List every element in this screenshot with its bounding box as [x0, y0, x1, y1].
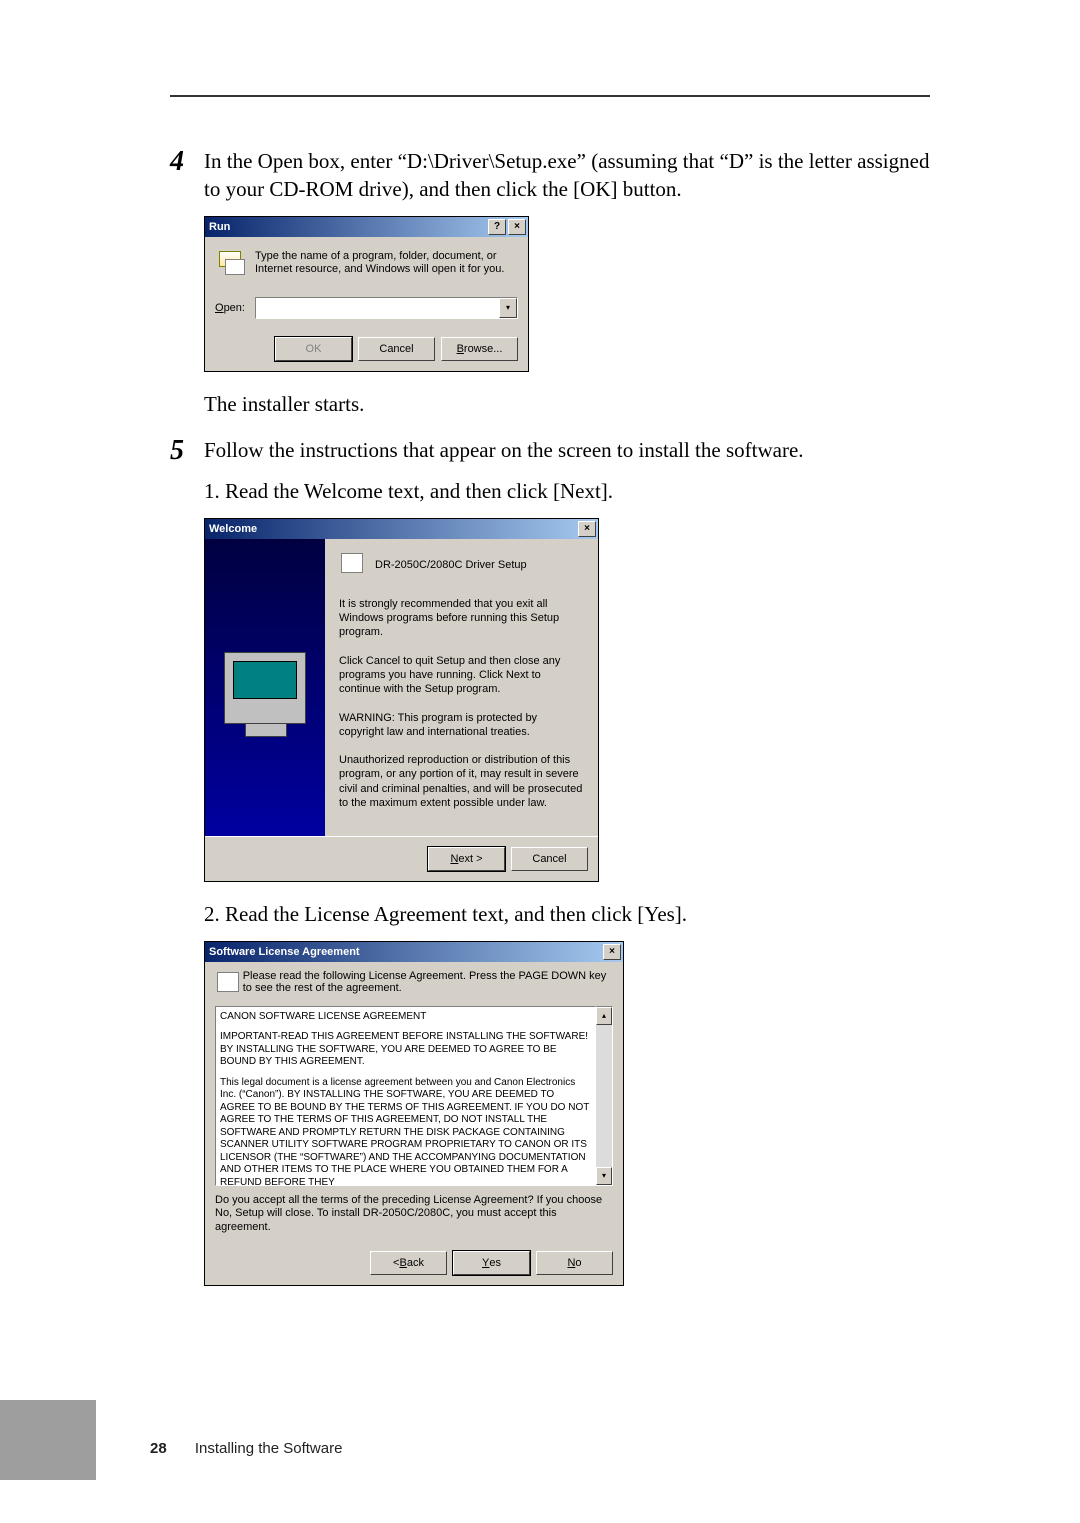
ok-button[interactable]: OK	[275, 337, 352, 361]
license-footer: < Back Yes No	[205, 1243, 623, 1285]
welcome-titlebar: Welcome ×	[205, 519, 598, 539]
close-icon[interactable]: ×	[603, 944, 621, 960]
cancel-button[interactable]: Cancel	[511, 847, 588, 871]
yes-button[interactable]: Yes	[453, 1251, 530, 1275]
cancel-button[interactable]: Cancel	[358, 337, 435, 361]
welcome-p4: Unauthorized reproduction or distributio…	[339, 753, 584, 810]
welcome-p3: WARNING: This program is protected by co…	[339, 711, 584, 740]
welcome-product: DR-2050C/2080C Driver Setup	[375, 559, 527, 571]
run-body: Type the name of a program, folder, docu…	[205, 237, 528, 371]
close-icon[interactable]: ×	[508, 219, 526, 235]
license-textarea[interactable]: CANON SOFTWARE LICENSE AGREEMENT IMPORTA…	[215, 1006, 596, 1186]
header-rule	[170, 95, 930, 97]
run-icon	[215, 247, 247, 279]
setup-icon	[215, 970, 235, 998]
back-button[interactable]: < Back	[370, 1251, 447, 1275]
license-question: Do you accept all the terms of the prece…	[205, 1194, 623, 1243]
step-4: 4 In the Open box, enter “D:\Driver\Setu…	[170, 147, 930, 204]
license-title: Software License Agreement	[209, 946, 601, 958]
tab-marker	[0, 1400, 96, 1480]
license-heading: CANON SOFTWARE LICENSE AGREEMENT	[220, 1011, 591, 1024]
setup-icon	[339, 551, 367, 579]
substep-2: 2. Read the License Agreement text, and …	[204, 900, 930, 928]
scrollbar[interactable]: ▴ ▾	[596, 1006, 613, 1186]
license-intro: Please read the following License Agreem…	[243, 970, 613, 994]
run-prompt: Type the name of a program, folder, docu…	[255, 250, 518, 276]
welcome-p2: Click Cancel to quit Setup and then clos…	[339, 654, 584, 697]
license-p1: IMPORTANT-READ THIS AGREEMENT BEFORE INS…	[220, 1031, 591, 1069]
open-input[interactable]	[256, 298, 499, 318]
run-dialog: Run ? × Type the name of a program, fold…	[204, 216, 529, 372]
scroll-down-icon[interactable]: ▾	[596, 1167, 612, 1185]
run-title: Run	[209, 221, 486, 233]
next-button[interactable]: Next >	[428, 847, 505, 871]
welcome-sidebar-image	[205, 539, 325, 837]
no-button[interactable]: No	[536, 1251, 613, 1275]
welcome-body: DR-2050C/2080C Driver Setup It is strong…	[205, 539, 598, 837]
installer-starts-text: The installer starts.	[204, 390, 930, 418]
browse-button[interactable]: Browse...	[441, 337, 518, 361]
document-page: 4 In the Open box, enter “D:\Driver\Setu…	[0, 0, 1080, 1523]
welcome-title: Welcome	[209, 523, 576, 535]
help-icon[interactable]: ?	[488, 219, 506, 235]
step-number: 5	[170, 436, 204, 465]
step-5: 5 Follow the instructions that appear on…	[170, 436, 930, 465]
license-dialog: Software License Agreement × Please read…	[204, 941, 624, 1286]
page-footer: 28 Installing the Software	[150, 1440, 342, 1457]
substep-1: 1. Read the Welcome text, and then click…	[204, 477, 930, 505]
welcome-dialog: Welcome × DR-2050C/2080C Driver Setup It…	[204, 518, 599, 883]
content-area: 4 In the Open box, enter “D:\Driver\Setu…	[170, 95, 930, 1304]
step-text: In the Open box, enter “D:\Driver\Setup.…	[204, 147, 930, 204]
open-label: Open:	[215, 302, 255, 314]
run-titlebar: Run ? ×	[205, 217, 528, 237]
monitor-icon	[224, 652, 306, 724]
license-p2: This legal document is a license agreeme…	[220, 1077, 591, 1186]
license-titlebar: Software License Agreement ×	[205, 942, 623, 962]
license-intro-row: Please read the following License Agreem…	[205, 962, 623, 1006]
license-text-wrap: CANON SOFTWARE LICENSE AGREEMENT IMPORTA…	[215, 1006, 613, 1186]
open-combobox[interactable]: ▾	[255, 297, 518, 319]
step-text: Follow the instructions that appear on t…	[204, 436, 930, 464]
footer-title: Installing the Software	[195, 1440, 343, 1457]
step-number: 4	[170, 147, 204, 176]
close-icon[interactable]: ×	[578, 521, 596, 537]
scroll-up-icon[interactable]: ▴	[596, 1007, 612, 1025]
welcome-footer: Next > Cancel	[205, 836, 598, 881]
chevron-down-icon[interactable]: ▾	[499, 298, 517, 318]
welcome-p1: It is strongly recommended that you exit…	[339, 597, 584, 640]
scroll-track[interactable]	[596, 1025, 612, 1167]
welcome-content: DR-2050C/2080C Driver Setup It is strong…	[325, 539, 598, 837]
page-number: 28	[150, 1440, 167, 1457]
